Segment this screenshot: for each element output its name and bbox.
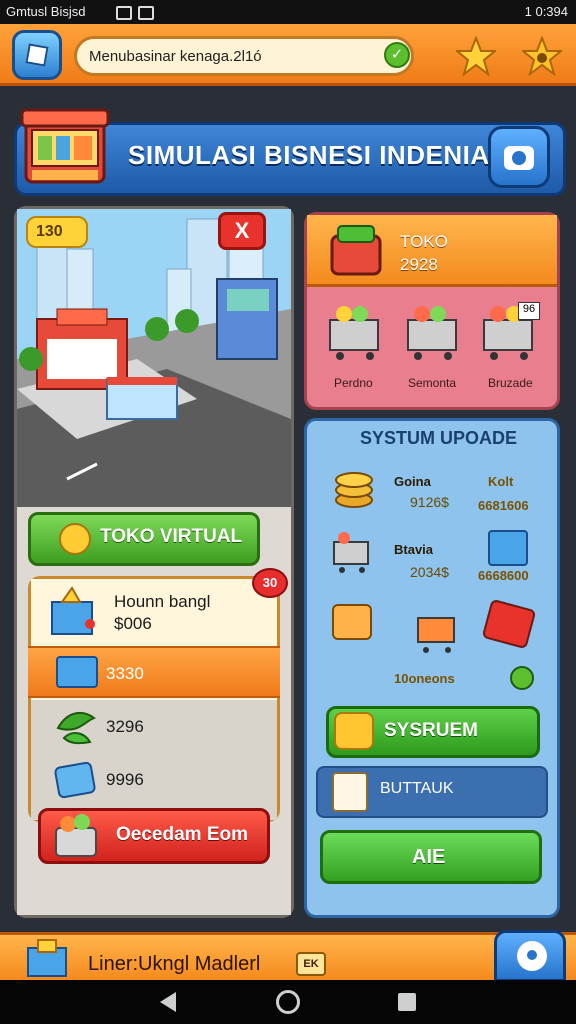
check-icon[interactable]: ✓ <box>384 42 410 68</box>
status-left-text: Gmtusl Bisjsd <box>6 4 86 19</box>
discount-badge: 30 <box>252 568 288 598</box>
bottom-bar-label: Liner:Ukngl Madlerl <box>88 953 261 975</box>
document-icon <box>332 772 368 812</box>
home-icon[interactable] <box>276 990 300 1014</box>
cart-icon[interactable] <box>410 602 462 656</box>
toko-value: 2928 <box>400 255 438 274</box>
box-icon <box>488 530 528 566</box>
leaf-icon <box>56 711 96 745</box>
upgrade-row-value: 10oneons <box>394 671 455 686</box>
toko-virtual-label: TOKO VIRTUAL <box>100 526 243 547</box>
store-icon <box>330 225 382 276</box>
chat-icon[interactable] <box>494 930 566 982</box>
bottom-bar <box>0 932 576 980</box>
item-name: Hounn bangl <box>114 592 211 611</box>
upgrade-row-value: 9126$ <box>410 494 449 510</box>
upgrade-row-badge: Kolt <box>488 474 514 489</box>
back-icon[interactable] <box>160 992 176 1012</box>
item-row-value: 3296 <box>106 717 144 736</box>
confirm-button-label: AIE <box>412 846 446 868</box>
star-badge-icon[interactable] <box>522 36 562 76</box>
check-icon[interactable] <box>510 666 534 690</box>
cart-label: Semonta <box>408 376 457 390</box>
ticket-icon <box>334 712 374 750</box>
coin-badge: 130 <box>26 216 88 248</box>
top-text-field[interactable]: Menubasinar kenaga.2l1ó <box>74 36 414 76</box>
page-title: SIMULASI BISNESI INDENIAS <box>128 140 508 170</box>
cube-logo-icon[interactable] <box>12 30 62 80</box>
camera-icon[interactable] <box>488 126 550 188</box>
upgrade-row-name: Btavia <box>394 542 434 557</box>
recent-apps-icon[interactable] <box>398 993 416 1011</box>
star-icon[interactable] <box>456 36 496 76</box>
crate-icon[interactable] <box>332 604 372 640</box>
cart-badge: 96 <box>518 302 540 320</box>
system-button-label: SYSRUEM <box>384 720 478 741</box>
upgrade-row-value: 2034$ <box>410 564 449 580</box>
status-icons <box>110 4 154 20</box>
coin-stack-icon[interactable] <box>330 462 378 510</box>
cart-icon[interactable] <box>324 300 388 364</box>
upgrade-row-name: Goina <box>394 474 431 489</box>
item-row-value: 9996 <box>106 770 144 789</box>
box-icon <box>51 586 95 635</box>
notification-icon <box>138 5 154 20</box>
shop-icon <box>20 108 110 184</box>
cart-label: Perdno <box>334 376 373 390</box>
status-time: 1 0:394 <box>524 4 568 19</box>
basket-icon <box>55 814 97 857</box>
box-icon <box>27 939 67 977</box>
image-icon <box>116 5 132 20</box>
blue-box-icon <box>56 656 98 688</box>
status-bar: Gmtusl Bisjsd 1 0:394 <box>0 0 576 24</box>
close-button[interactable]: X <box>218 212 266 250</box>
upgrade-row-right-value: 6668600 <box>478 568 529 583</box>
city-illustration[interactable] <box>17 209 291 507</box>
bottom-bar-badge: EK <box>296 952 326 976</box>
toko-label: TOKO <box>400 232 448 251</box>
item-row-value: 3330 <box>106 664 144 683</box>
blue-cube-icon <box>53 760 97 800</box>
cart-icon[interactable] <box>402 300 466 364</box>
cart-icon[interactable] <box>328 528 376 576</box>
cart-label: Bruzade <box>488 376 533 390</box>
coin-icon <box>59 523 91 555</box>
upgrade-row-right-value: 6681606 <box>478 498 529 513</box>
info-row-label: BUTTAUK <box>380 780 454 797</box>
upgrade-title: SYSTUM UPOADE <box>360 428 518 448</box>
red-action-label: Oecedam Eom <box>116 824 248 845</box>
item-price: $006 <box>114 614 152 633</box>
